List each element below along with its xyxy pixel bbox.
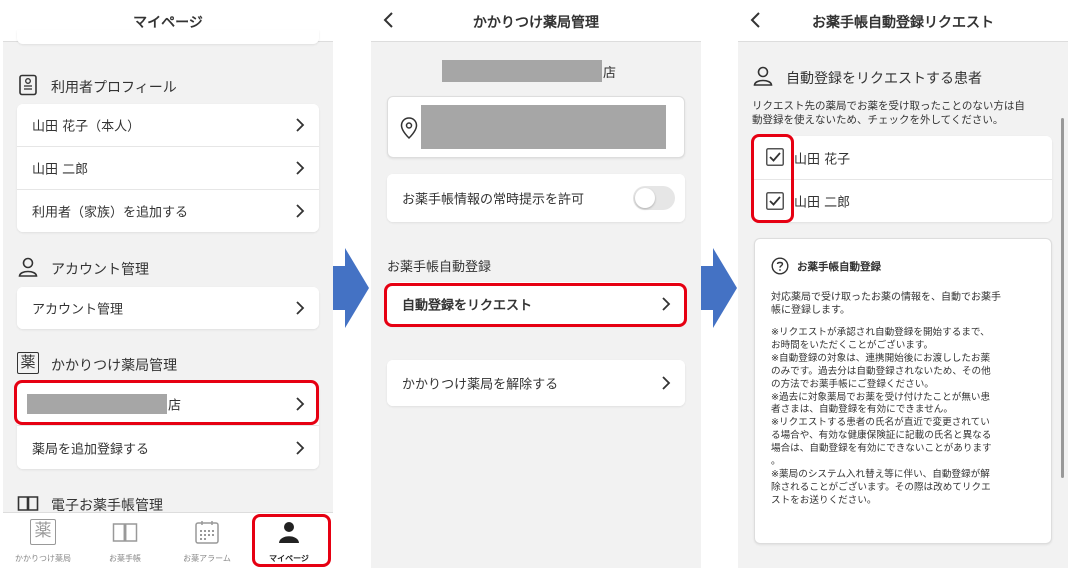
account-label: アカウント管理: [32, 302, 124, 318]
page-title: マイページ: [133, 15, 203, 31]
add-user-row[interactable]: 利用者（家族）を追加する: [17, 190, 319, 232]
auto-section-title: お薬手帳自動登録: [387, 260, 492, 275]
store-suffix: 店: [603, 66, 617, 81]
add-pharmacy-row[interactable]: 薬局を追加登録する: [17, 426, 319, 469]
add-pharmacy-label: 薬局を追加登録する: [32, 442, 150, 457]
page-title: かかりつけ薬局管理: [472, 15, 600, 31]
user-name: 山田 花子（本人）: [32, 119, 141, 135]
tab-label: お薬手帳: [109, 554, 141, 563]
highlight-checkboxes: [751, 134, 794, 223]
info-line: の方法でお薬手帳にご登録ください。: [771, 378, 934, 390]
person-icon: [18, 257, 38, 277]
account-card: アカウント管理: [17, 287, 319, 329]
patients-note: リクエスト先の薬局でお薬を受け取ったことのない方は自 動登録を使えないため、チェ…: [752, 99, 1062, 127]
auto-register-request-screen: お薬手帳自動登録リクエスト 自動登録をリクエストする患者 リクエスト先の薬局でお…: [738, 0, 1068, 568]
info-line: 場合は、自動登録を有効にできないことがあります: [771, 443, 992, 455]
user-row-jiro[interactable]: 山田 二郎: [17, 147, 319, 189]
question-circle-icon: [771, 257, 789, 275]
info-line: お時間をいただくことがございます。: [771, 339, 934, 351]
info-line: る場合や、有効な健康保険証に記載の氏名と異なる: [771, 430, 992, 442]
highlight-pharmacy-row: [14, 380, 319, 425]
info-title: お薬手帳自動登録: [797, 261, 881, 273]
chevron-right-icon: [296, 161, 305, 175]
chevron-right-icon: [662, 376, 671, 390]
book-icon: [112, 523, 138, 542]
tab-label: かかりつけ薬局: [14, 554, 72, 563]
profile-section-title: 利用者プロフィール: [51, 80, 177, 96]
account-row[interactable]: アカウント管理: [17, 287, 319, 329]
redacted-store-name: [442, 60, 602, 82]
info-card: お薬手帳自動登録 対応薬局で受け取ったお薬の情報を、自動でお薬手 帳に登録します…: [754, 238, 1052, 544]
note-line: リクエスト先の薬局でお薬を受け取ったことのない方は自: [752, 100, 1025, 112]
chevron-right-icon: [296, 440, 305, 455]
patient-row-jiro[interactable]: 山田 二郎: [754, 180, 1052, 222]
info-line: 者さまは、自動登録を有効にできません。: [771, 404, 953, 416]
patient-name: 山田 花子: [794, 152, 851, 167]
chevron-right-icon: [296, 301, 305, 315]
info-line: ※薬局のシステム入れ替え等に伴い、自動登録が解: [771, 468, 990, 480]
info-line: ※過去に対象薬局でお薬を受け付けたことが無い患: [771, 391, 991, 403]
chevron-right-icon: [296, 204, 305, 218]
profile-card-icon: [19, 74, 37, 96]
release-card: かかりつけ薬局を解除する: [387, 360, 685, 406]
pharmacy-section-title: かかりつけ薬局管理: [51, 358, 178, 374]
map-pin-icon: [400, 117, 418, 139]
allow-row: お薬手帳情報の常時提示を許可: [387, 174, 685, 222]
chevron-right-icon: [296, 118, 305, 132]
tab-notebook[interactable]: お薬手帳: [85, 513, 165, 568]
pharmacy-tab-icon: 薬: [30, 519, 56, 545]
info-line: ※自動登録の対象は、連携開始後にお渡ししたお薬: [771, 352, 991, 364]
toggle-knob: [635, 188, 655, 208]
highlight-request-row: [384, 283, 687, 327]
patient-row-hanako[interactable]: 山田 花子: [754, 136, 1052, 179]
page-title: お薬手帳自動登録リクエスト: [812, 15, 994, 31]
allow-toggle[interactable]: [633, 186, 675, 210]
info-line: 対応薬局で受け取ったお薬の情報を、自動でお薬手: [771, 292, 1001, 303]
info-line: のみです。過去分は自動登録されないため、その他: [771, 365, 991, 377]
flow-arrow-icon: [701, 248, 737, 328]
flow-arrow-icon: [333, 248, 369, 328]
address-card: [387, 96, 685, 158]
book-icon: [17, 496, 39, 511]
person-icon: [753, 66, 773, 86]
info-line: 。: [771, 456, 781, 468]
release-row[interactable]: かかりつけ薬局を解除する: [387, 360, 685, 406]
account-section-title: アカウント管理: [51, 262, 149, 278]
patients-list: 山田 花子 山田 二郎: [754, 136, 1052, 222]
redacted-address: [421, 105, 666, 149]
allow-label: お薬手帳情報の常時提示を許可: [402, 192, 585, 208]
patients-heading: 自動登録をリクエストする患者: [786, 71, 982, 87]
pharmacy-manage-screen: かかりつけ薬局管理 店 お薬手帳情報の常時提示を許可 お薬手帳自動登録 自動登録…: [371, 0, 701, 568]
header-bar: お薬手帳自動登録リクエスト: [738, 0, 1068, 42]
add-user-label: 利用者（家族）を追加する: [32, 205, 189, 221]
info-line: 除されることがございます。その際は改めてリクエ: [771, 481, 991, 493]
info-notes: ※リクエストが承認され自動登録を開始するまで、 お時間をいただくことがございます…: [771, 327, 1041, 508]
note-line: 動登録を使えないため、チェックを外してください。: [752, 114, 1004, 126]
info-intro: 対応薬局で受け取ったお薬の情報を、自動でお薬手 帳に登録します。: [771, 291, 1041, 317]
user-row-hanako[interactable]: 山田 花子（本人）: [17, 104, 319, 146]
patient-name: 山田 二郎: [794, 195, 851, 211]
info-line: ストをお送りください。: [771, 494, 877, 506]
release-label: かかりつけ薬局を解除する: [402, 377, 559, 393]
clipped-card: [17, 30, 319, 44]
tab-label: お薬アラーム: [183, 554, 231, 563]
highlight-mypage-tab: [252, 514, 331, 567]
pharmacy-kanji-icon: 薬: [17, 352, 39, 374]
header-bar: かかりつけ薬局管理: [371, 0, 701, 42]
info-line: ※リクエストする患者の氏名が直近で変更されてい: [771, 417, 990, 429]
scrollbar[interactable]: [1061, 118, 1064, 478]
tab-pharmacy[interactable]: 薬 かかりつけ薬局: [3, 513, 83, 568]
profile-list: 山田 花子（本人） 山田 二郎 利用者（家族）を追加する: [17, 104, 319, 232]
info-line: ※リクエストが承認され自動登録を開始するまで、: [771, 327, 990, 338]
tab-alarm[interactable]: お薬アラーム: [167, 513, 247, 568]
allow-card: お薬手帳情報の常時提示を許可: [387, 174, 685, 222]
info-line: 帳に登録します。: [771, 305, 850, 316]
calendar-icon: [195, 521, 219, 544]
user-name: 山田 二郎: [32, 162, 89, 178]
mypage-screen: マイページ 利用者プロフィール 山田 花子（本人） 山田 二郎 利用者（家族）を…: [3, 0, 333, 568]
